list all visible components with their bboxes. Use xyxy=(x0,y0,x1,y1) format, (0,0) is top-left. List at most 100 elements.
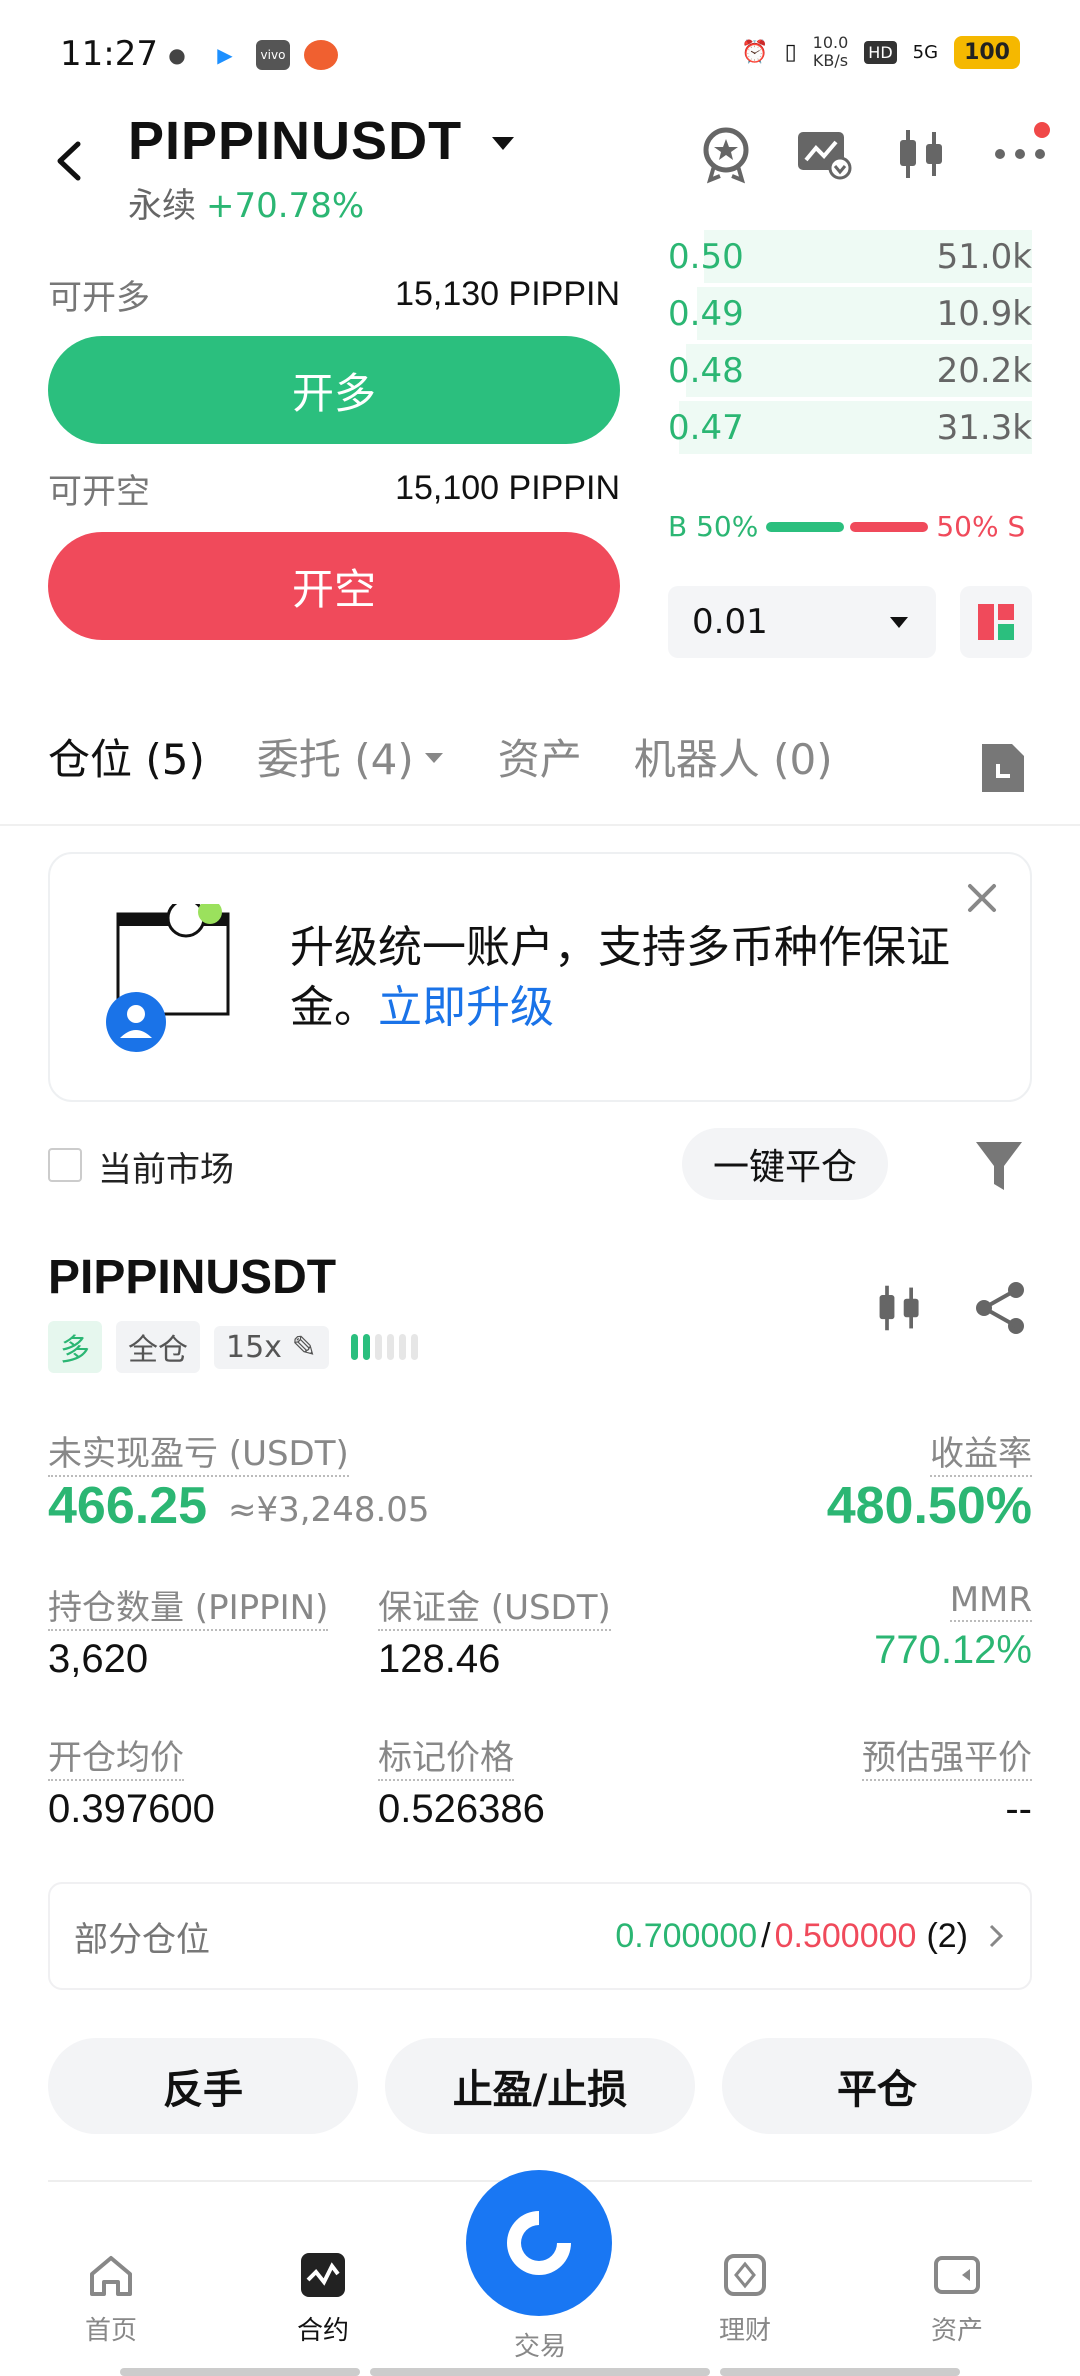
status-right: ⏰ ▯ 10.0 KB/s HD 5G 100 xyxy=(741,34,1020,70)
sell-ratio-bar xyxy=(850,521,929,532)
candlestick-icon[interactable] xyxy=(874,1280,926,1340)
wechat-icon: ● xyxy=(168,43,186,67)
pair-subtitle: 永续 +70.78% xyxy=(128,178,364,227)
open-long-row: 可开多 15,130 PIPPIN xyxy=(48,264,620,324)
chart-settings-icon[interactable] xyxy=(794,124,854,184)
tab-orders[interactable]: 委托 (4) xyxy=(257,726,446,787)
close-position-button[interactable]: 平仓 xyxy=(722,2038,1032,2134)
more-icon[interactable] xyxy=(990,122,1050,184)
contract-type: 永续 xyxy=(128,186,196,226)
book-qty: 10.9k xyxy=(936,293,1032,334)
caret-down-icon[interactable] xyxy=(488,128,518,162)
status-app-icons: ● ▶ vivo xyxy=(160,40,338,70)
entry-label[interactable]: 开仓均价 xyxy=(48,1730,184,1781)
badge-icon[interactable] xyxy=(696,124,756,184)
leverage-tag[interactable]: 15x ✎ xyxy=(214,1325,329,1369)
open-short-label: 可开空 xyxy=(48,471,150,512)
wallet-icon xyxy=(932,2250,982,2300)
margin-label[interactable]: 保证金 (USDT) xyxy=(378,1580,611,1631)
signal-icon: 5G xyxy=(912,41,939,63)
buy-ratio: B 50% xyxy=(668,510,759,543)
close-icon[interactable] xyxy=(964,880,1000,916)
position-tabs: 仓位 (5) 委托 (4) 资产 机器人 (0) xyxy=(48,726,885,787)
roe-value: 480.50% xyxy=(826,1477,1032,1535)
tab-bots[interactable]: 机器人 (0) xyxy=(634,726,833,787)
nav-contract[interactable]: 合约 xyxy=(258,2250,388,2347)
caret-down-icon xyxy=(890,617,908,628)
partial-values: 0.700000 / 0.500000 (2) xyxy=(615,1917,1006,1956)
position-card: PIPPINUSDT 多 全仓 15x ✎ 未实现盈亏 (USDT) 466.2… xyxy=(48,1250,1032,2134)
hd-icon: HD xyxy=(864,40,897,64)
order-book-row[interactable]: 0.48 20.2k xyxy=(668,342,1032,399)
game-app-icon xyxy=(304,40,338,70)
liq-cell: 预估强平价 -- xyxy=(862,1730,1032,1832)
roe-label[interactable]: 收益率 xyxy=(930,1426,1032,1477)
close-all-button[interactable]: 一键平仓 xyxy=(682,1128,888,1200)
reverse-button[interactable]: 反手 xyxy=(48,2038,358,2134)
net-speed: 10.0 KB/s xyxy=(812,33,849,70)
filter-row: 当前市场 一键平仓 xyxy=(48,1128,1032,1204)
book-price: 0.50 xyxy=(668,236,744,277)
filter-icon[interactable] xyxy=(972,1136,1026,1196)
order-book-row[interactable]: 0.47 31.3k xyxy=(668,399,1032,456)
side-tag: 多 xyxy=(48,1321,102,1373)
order-book-row[interactable]: 0.49 10.9k xyxy=(668,285,1032,342)
upgrade-link[interactable]: 立即升级 xyxy=(378,982,554,1033)
status-time: 11:27 xyxy=(60,34,158,74)
nav-earn[interactable]: 理财 xyxy=(680,2250,810,2347)
book-price: 0.49 xyxy=(668,293,744,334)
edit-icon: ✎ xyxy=(291,1329,317,1365)
tpsl-button[interactable]: 止盈/止损 xyxy=(385,2038,695,2134)
depth-value: 0.01 xyxy=(692,602,768,642)
liq-label[interactable]: 预估强平价 xyxy=(862,1730,1032,1781)
partial-sl: 0.500000 xyxy=(774,1916,917,1955)
unrealized-pnl-label[interactable]: 未实现盈亏 (USDT) xyxy=(48,1426,349,1477)
short-button[interactable]: 开空 xyxy=(48,532,620,640)
depth-select[interactable]: 0.01 xyxy=(668,586,936,658)
open-short-value: 15,100 PIPPIN xyxy=(395,468,620,507)
partial-separator: / xyxy=(761,1916,771,1955)
gesture-indicator xyxy=(120,2368,360,2376)
vibrate-icon: ▯ xyxy=(784,39,797,65)
share-icon[interactable] xyxy=(972,1280,1028,1340)
nav-trade-label[interactable]: 交易 xyxy=(490,2326,590,2363)
contract-icon xyxy=(298,2250,348,2300)
caret-down-icon xyxy=(424,752,443,763)
layout-toggle-icon[interactable] xyxy=(960,586,1032,658)
status-bar: 11:27 ● ▶ vivo ⏰ ▯ 10.0 KB/s HD 5G 100 xyxy=(0,0,1080,110)
nav-home[interactable]: 首页 xyxy=(46,2250,176,2347)
order-book-row[interactable]: 0.50 51.0k xyxy=(668,228,1032,285)
long-button[interactable]: 开多 xyxy=(48,336,620,444)
unrealized-pnl-cny: ≈¥3,248.05 xyxy=(228,1490,430,1530)
size-label[interactable]: 持仓数量 (PIPPIN) xyxy=(48,1580,329,1631)
size-value: 3,620 xyxy=(48,1637,149,1681)
tabs-divider xyxy=(0,824,1080,826)
nav-assets[interactable]: 资产 xyxy=(892,2250,1022,2347)
pair-title[interactable]: PIPPINUSDT xyxy=(128,110,462,172)
home-icon xyxy=(86,2250,136,2300)
back-icon[interactable] xyxy=(48,136,92,186)
trade-fab[interactable] xyxy=(466,2170,612,2316)
candlestick-icon[interactable] xyxy=(892,124,952,184)
open-short-row: 可开空 15,100 PIPPIN xyxy=(48,458,620,518)
liq-value: -- xyxy=(1005,1787,1032,1831)
tab-positions[interactable]: 仓位 (5) xyxy=(48,726,205,787)
position-action-buttons: 反手 止盈/止损 平仓 xyxy=(48,2038,1032,2134)
book-price: 0.47 xyxy=(668,407,744,448)
unrealized-pnl-value: 466.25 xyxy=(48,1477,208,1535)
sell-ratio: 50% S xyxy=(936,510,1026,543)
partial-position-row[interactable]: 部分仓位 0.700000 / 0.500000 (2) xyxy=(48,1882,1032,1990)
risk-level-bars xyxy=(350,1334,418,1360)
current-market-label[interactable]: 当前市场 xyxy=(98,1142,234,1191)
partial-label: 部分仓位 xyxy=(74,1919,210,1960)
history-doc-icon[interactable] xyxy=(978,740,1028,796)
mmr-label[interactable]: MMR xyxy=(949,1580,1032,1622)
alarm-icon: ⏰ xyxy=(741,39,769,65)
mark-value: 0.526386 xyxy=(378,1787,545,1831)
current-market-checkbox[interactable] xyxy=(48,1148,82,1182)
margin-value: 128.46 xyxy=(378,1637,501,1681)
upgrade-banner: 升级统一账户，支持多币种作保证金。立即升级 xyxy=(48,852,1032,1102)
mark-label[interactable]: 标记价格 xyxy=(378,1730,514,1781)
buy-ratio-bar xyxy=(766,521,845,532)
tab-assets[interactable]: 资产 xyxy=(498,726,582,787)
